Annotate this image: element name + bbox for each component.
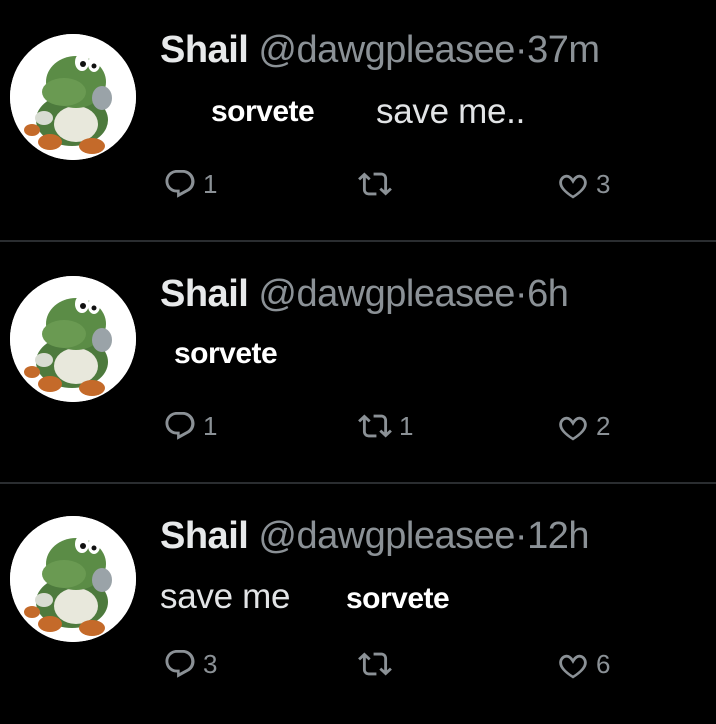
like-button[interactable]: 6: [556, 644, 610, 684]
like-button[interactable]: 3: [556, 164, 610, 204]
reply-icon: [165, 411, 195, 440]
reply-count: 1: [203, 168, 218, 199]
tweet-text: save me..: [376, 92, 526, 131]
tweet-header: Shail @dawgpleasee·12h: [160, 514, 589, 558]
heart-icon: [559, 416, 587, 441]
tweet-header: Shail @dawgpleasee·6h: [160, 272, 569, 316]
reply-button[interactable]: 1: [163, 164, 217, 204]
reply-button[interactable]: 1: [163, 406, 217, 446]
tweet[interactable]: Shail @dawgpleasee·37m sorvete save me..…: [0, 0, 716, 240]
reply-icon: [165, 649, 195, 678]
avatar[interactable]: [10, 276, 136, 402]
yoshi-avatar: [10, 34, 136, 160]
tweet-header: Shail @dawgpleasee·37m: [160, 28, 600, 72]
avatar[interactable]: [10, 34, 136, 160]
overlay-text: sorvete: [211, 95, 315, 128]
avatar[interactable]: [10, 516, 136, 642]
yoshi-avatar: [10, 516, 136, 642]
timestamp[interactable]: 6h: [527, 273, 569, 315]
retweet-icon: [358, 414, 392, 438]
user-handle[interactable]: @dawgpleasee: [258, 273, 515, 315]
retweet-button[interactable]: [357, 644, 399, 684]
tweet-text: save me: [160, 577, 291, 616]
retweet-count: 1: [399, 410, 414, 441]
separator: ·: [514, 29, 528, 71]
heart-icon: [559, 174, 587, 199]
overlay-text: sorvete: [346, 582, 450, 615]
yoshi-avatar: [10, 276, 136, 402]
heart-icon: [559, 654, 587, 679]
retweet-icon: [358, 172, 392, 196]
timestamp[interactable]: 37m: [527, 29, 600, 71]
display-name[interactable]: Shail: [160, 273, 249, 315]
display-name[interactable]: Shail: [160, 515, 249, 557]
retweet-button[interactable]: [357, 164, 399, 204]
like-count: 2: [596, 410, 611, 441]
overlay-text: sorvete: [174, 337, 278, 370]
tweet[interactable]: Shail @dawgpleasee·12h save me sorvete 3…: [0, 484, 716, 724]
separator: ·: [514, 515, 528, 557]
user-handle[interactable]: @dawgpleasee: [258, 515, 515, 557]
display-name[interactable]: Shail: [160, 29, 249, 71]
separator: ·: [514, 273, 528, 315]
tweet[interactable]: Shail @dawgpleasee·6h sorvete 1 1 2: [0, 242, 716, 482]
reply-count: 1: [203, 410, 218, 441]
reply-icon: [165, 169, 195, 198]
like-button[interactable]: 2: [556, 406, 610, 446]
like-count: 6: [596, 648, 611, 679]
like-count: 3: [596, 168, 611, 199]
reply-count: 3: [203, 648, 218, 679]
timestamp[interactable]: 12h: [527, 515, 589, 557]
retweet-button[interactable]: 1: [357, 406, 413, 446]
user-handle[interactable]: @dawgpleasee: [258, 29, 515, 71]
reply-button[interactable]: 3: [163, 644, 217, 684]
retweet-icon: [358, 652, 392, 676]
